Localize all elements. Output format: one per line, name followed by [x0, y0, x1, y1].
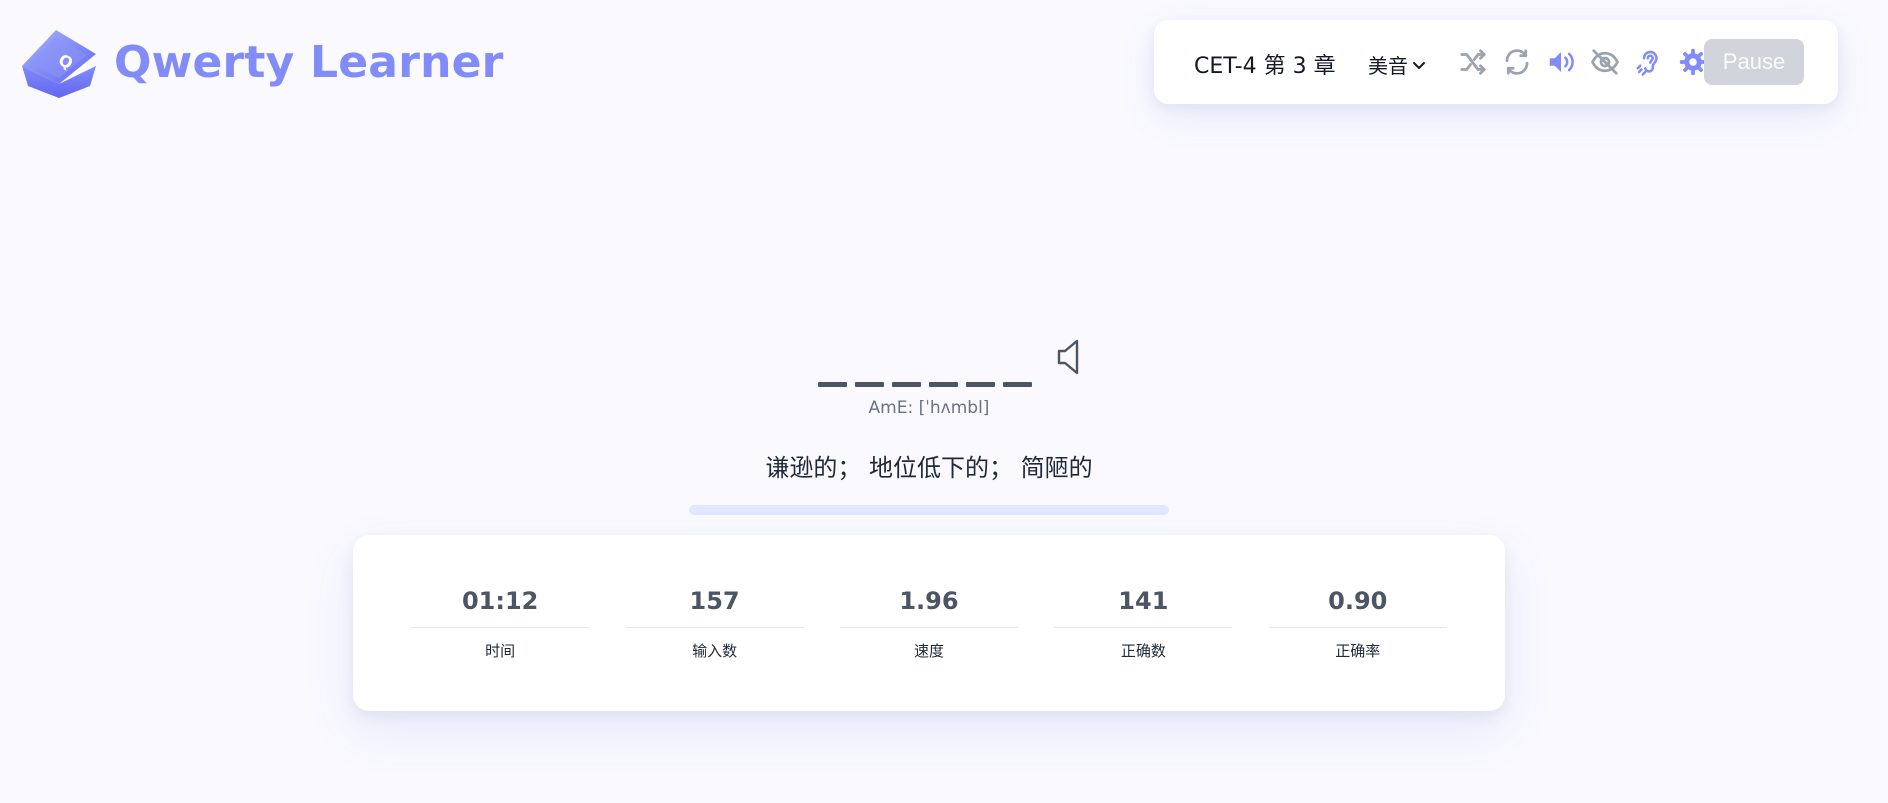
letter-blank [966, 382, 995, 387]
letter-blank [1003, 382, 1032, 387]
phonetic-text: AmE: [ˈhʌmbl] [868, 398, 990, 418]
accent-label: 美音 [1368, 54, 1408, 78]
stat-label: 输入数 [692, 642, 738, 660]
stat-value: 0.90 [1268, 587, 1447, 628]
stat-label: 速度 [913, 642, 944, 660]
dictionary-chapter-selector[interactable]: CET-4 第 3 章 [1194, 48, 1336, 80]
shuffle-icon[interactable] [1458, 47, 1488, 77]
letter-blank [855, 382, 884, 387]
accent-selector[interactable]: 美音 [1368, 50, 1426, 79]
stat-accuracy: 0.90 正确率 [1268, 587, 1447, 661]
stat-input-count: 157 输入数 [625, 587, 804, 661]
toolbar: CET-4 第 3 章 美音 Pause [1154, 20, 1838, 104]
hide-eye-icon[interactable] [1590, 47, 1620, 77]
stat-correct-count: 141 正确数 [1054, 587, 1233, 661]
stat-label: 正确率 [1335, 642, 1381, 660]
stat-value: 01:12 [411, 587, 590, 628]
letter-blank [929, 382, 958, 387]
word-input-blanks[interactable] [818, 382, 1032, 387]
letter-blank [892, 382, 921, 387]
pronunciation-speaker-icon[interactable] [1056, 337, 1086, 377]
app-logo[interactable]: Q Qwerty Learner [18, 26, 504, 98]
chapter-progress-bar [689, 505, 1169, 515]
stats-panel: 01:12 时间 157 输入数 1.96 速度 141 正确数 0.90 正确… [353, 535, 1505, 711]
stat-label: 正确数 [1120, 642, 1166, 660]
sound-icon[interactable] [1546, 47, 1576, 77]
chevron-down-icon [1413, 61, 1425, 69]
stat-value: 157 [625, 587, 804, 628]
letter-blank [818, 382, 847, 387]
app-title: Qwerty Learner [114, 36, 504, 88]
keycap-logo-icon: Q [22, 30, 96, 98]
listen-icon[interactable] [1634, 47, 1664, 77]
stat-value: 141 [1054, 587, 1233, 628]
word-translation: 谦逊的； 地位低下的； 简陋的 [765, 454, 1093, 482]
stat-value: 1.96 [839, 587, 1018, 628]
stat-time: 01:12 时间 [411, 587, 590, 661]
loop-icon[interactable] [1502, 47, 1532, 77]
stat-label: 时间 [485, 642, 516, 660]
stat-speed: 1.96 速度 [839, 587, 1018, 661]
pause-button[interactable]: Pause [1704, 39, 1804, 85]
